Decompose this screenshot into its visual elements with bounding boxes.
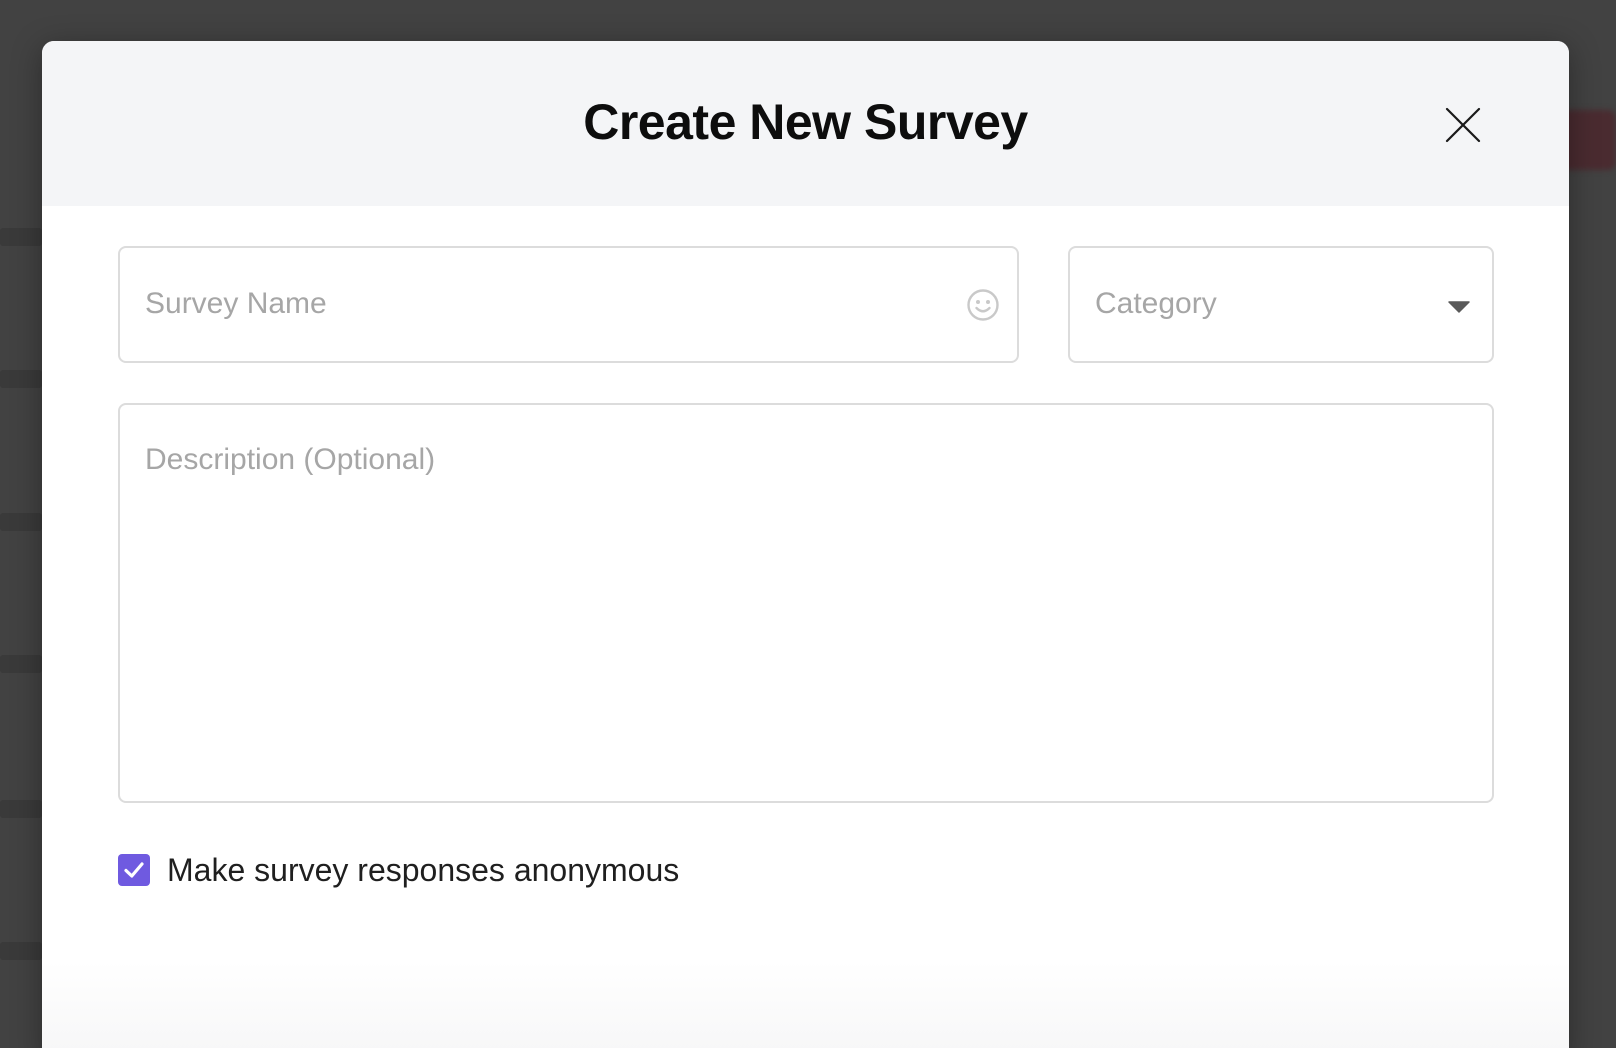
create-survey-modal: Create New Survey Survey Name Category D… — [42, 41, 1569, 1048]
background-element — [0, 370, 42, 388]
anonymous-option: Make survey responses anonymous — [118, 852, 679, 888]
survey-name-input[interactable]: Survey Name — [118, 246, 1019, 363]
close-button[interactable] — [1443, 105, 1483, 145]
background-element — [0, 655, 42, 673]
checkmark-icon — [124, 862, 144, 878]
modal-footer-fade — [42, 961, 1569, 1048]
category-select[interactable]: Category — [1068, 246, 1494, 363]
background-element — [0, 228, 42, 246]
anonymous-label[interactable]: Make survey responses anonymous — [167, 852, 679, 889]
survey-name-placeholder: Survey Name — [145, 287, 327, 320]
modal-header: Create New Survey — [42, 41, 1569, 206]
anonymous-checkbox[interactable] — [118, 854, 150, 886]
background-element — [0, 513, 42, 531]
modal-title: Create New Survey — [583, 94, 1028, 150]
close-icon — [1445, 107, 1481, 143]
description-placeholder: Description (Optional) — [145, 443, 436, 476]
emoji-icon[interactable] — [966, 288, 1000, 322]
description-textarea[interactable]: Description (Optional) — [118, 403, 1494, 803]
background-element — [0, 800, 42, 818]
category-placeholder: Category — [1095, 287, 1217, 320]
background-element — [0, 942, 42, 960]
chevron-down-icon — [1448, 301, 1470, 313]
